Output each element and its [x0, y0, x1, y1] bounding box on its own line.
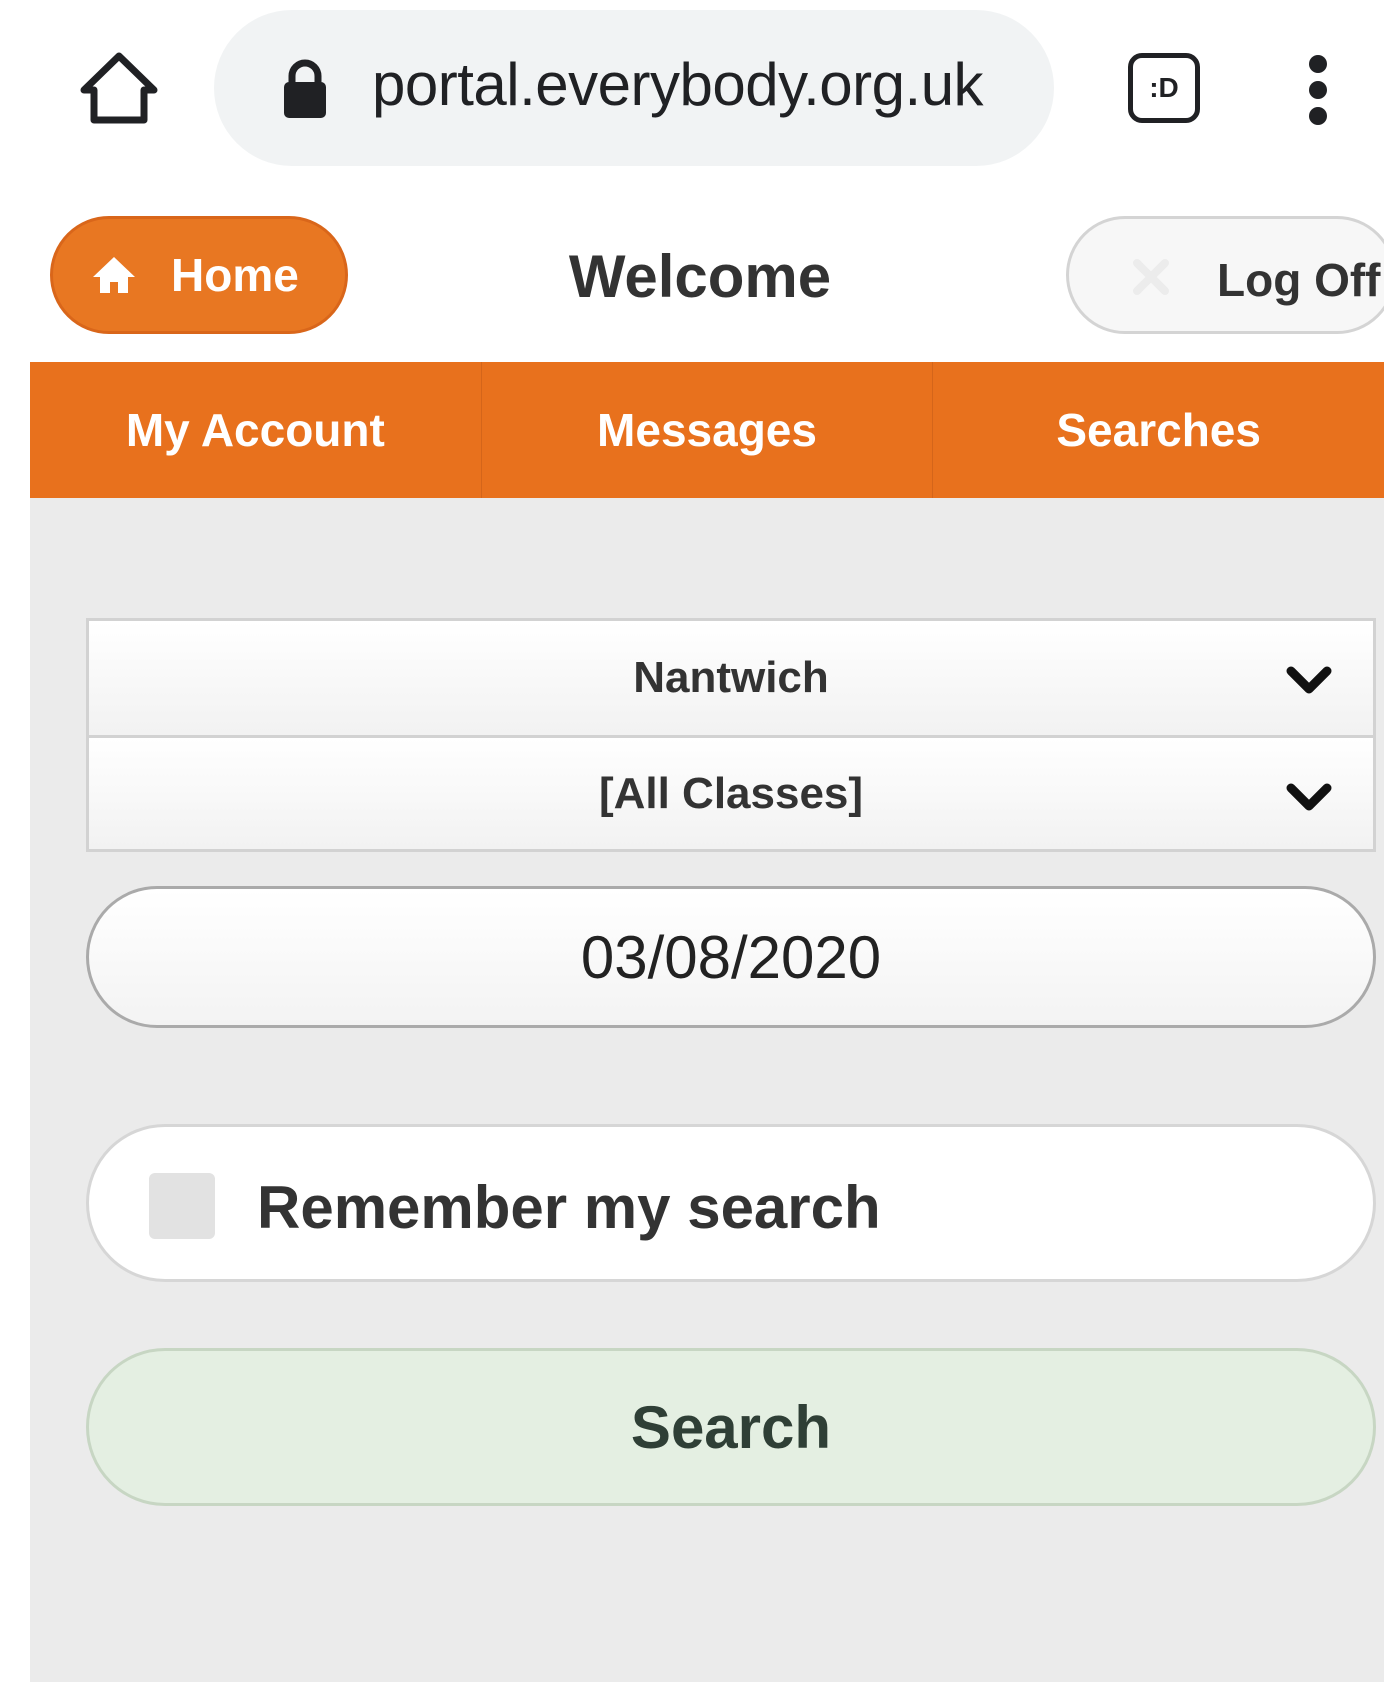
home-button-label: Home — [171, 249, 299, 301]
page-title: Welcome — [568, 243, 832, 310]
search-button[interactable]: Search — [86, 1348, 1376, 1506]
address-bar[interactable]: portal.everybody.org.uk — [214, 10, 1054, 166]
page-content: Home Welcome Log Off My Account Messages… — [30, 196, 1384, 1682]
nav-item-searches[interactable]: Searches — [933, 362, 1384, 498]
browser-home-icon[interactable] — [78, 50, 160, 126]
search-button-label: Search — [630, 1393, 832, 1461]
url-text: portal.everybody.org.uk — [372, 51, 984, 118]
main-nav: My Account Messages Searches — [30, 362, 1384, 498]
log-off-button[interactable]: Log Off — [1066, 216, 1384, 334]
tab-switcher-label: :D — [1149, 72, 1179, 103]
lock-icon — [284, 59, 326, 118]
filter-selects: Nantwich [All Classes] — [86, 618, 1376, 852]
location-select-value: Nantwich — [633, 653, 829, 702]
browser-toolbar: portal.everybody.org.uk :D — [0, 0, 1384, 188]
nav-item-messages[interactable]: Messages — [482, 362, 934, 498]
date-input-value: 03/08/2020 — [580, 923, 882, 991]
date-input[interactable]: 03/08/2020 — [86, 886, 1376, 1028]
kebab-menu-icon[interactable] — [1300, 55, 1340, 125]
remember-search-toggle[interactable]: Remember my search — [86, 1124, 1376, 1282]
page-header: Home Welcome Log Off — [30, 196, 1384, 362]
class-select[interactable]: [All Classes] — [89, 735, 1373, 849]
log-off-label: Log Off — [1217, 254, 1381, 306]
home-button[interactable]: Home — [50, 216, 348, 334]
class-select-value: [All Classes] — [598, 768, 864, 818]
remember-search-checkbox[interactable] — [149, 1173, 215, 1239]
home-icon — [93, 257, 135, 293]
location-select[interactable]: Nantwich — [89, 621, 1373, 735]
chevron-down-icon — [1286, 783, 1332, 811]
chevron-down-icon — [1286, 666, 1332, 694]
nav-item-my-account[interactable]: My Account — [30, 362, 482, 498]
close-icon — [1133, 259, 1169, 295]
remember-search-label: Remember my search — [257, 1174, 881, 1241]
tab-switcher-icon[interactable]: :D — [1128, 53, 1200, 123]
